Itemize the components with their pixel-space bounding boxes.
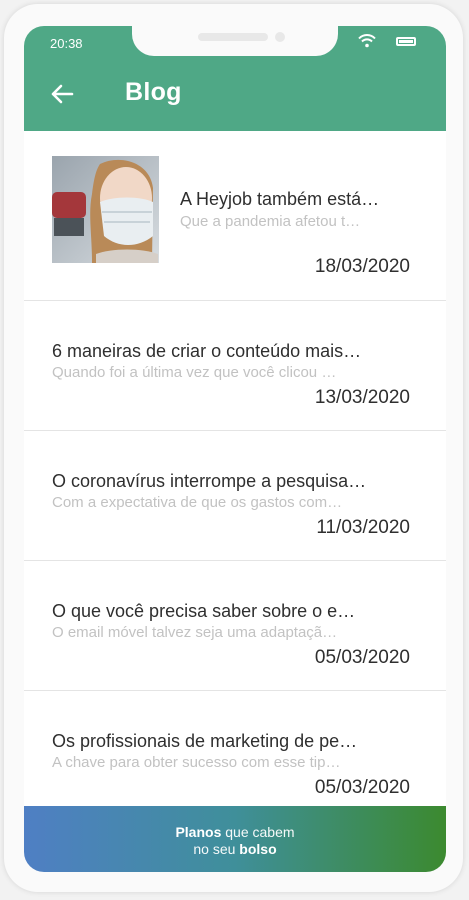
banner-bold-word: Planos: [175, 824, 222, 840]
banner-line-1: Planos que cabem: [24, 824, 446, 840]
wifi-icon: [358, 34, 376, 48]
post-title: O coronavírus interrompe a pesquisa…: [52, 471, 367, 491]
app-bar: Blog: [24, 56, 446, 131]
phone-notch: [132, 26, 338, 56]
banner-line-2: no seu bolso: [24, 841, 446, 857]
blog-post-item[interactable]: 6 maneiras de criar o conteúdo mais… Qua…: [24, 301, 446, 431]
status-time: 20:38: [50, 36, 83, 51]
phone-frame: 20:38 Blog A Heyjob também está… Que a p…: [4, 4, 463, 892]
blog-post-item[interactable]: O coronavírus interrompe a pesquisa… Com…: [24, 431, 446, 561]
banner-text: no seu: [193, 841, 236, 857]
post-title: 6 maneiras de criar o conteúdo mais…: [52, 341, 362, 361]
post-date: 05/03/2020: [314, 777, 410, 798]
blog-post-item[interactable]: O que você precisa saber sobre o e… O em…: [24, 561, 446, 691]
page-title: Blog: [125, 78, 182, 106]
post-excerpt: A chave para obter sucesso com esse tip…: [52, 754, 341, 771]
banner-text: que cabem: [225, 824, 295, 840]
post-title: A Heyjob também está…: [180, 189, 380, 209]
camera-dot: [275, 32, 285, 42]
post-date: 11/03/2020: [316, 517, 410, 538]
post-excerpt: Que a pandemia afetou t…: [180, 213, 361, 230]
banner-bold-word: bolso: [239, 841, 277, 857]
back-button[interactable]: [44, 76, 80, 112]
blog-post-item[interactable]: A Heyjob também está… Que a pandemia afe…: [24, 131, 446, 301]
speaker-grille: [198, 33, 268, 41]
post-date: 18/03/2020: [314, 256, 410, 277]
post-excerpt: Com a expectativa de que os gastos com…: [52, 494, 343, 511]
arrow-left-icon: [51, 84, 74, 104]
blog-post-item[interactable]: Os profissionais de marketing de pe… A c…: [24, 691, 446, 821]
post-title: Os profissionais de marketing de pe…: [52, 731, 358, 751]
post-title: O que você precisa saber sobre o e…: [52, 601, 356, 621]
post-excerpt: O email móvel talvez seja uma adaptaçã…: [52, 624, 338, 641]
plans-banner[interactable]: Planos que cabem no seu bolso: [24, 806, 446, 872]
blog-post-list: A Heyjob também está… Que a pandemia afe…: [24, 131, 446, 821]
post-date: 05/03/2020: [314, 647, 410, 668]
battery-icon: [396, 37, 416, 46]
post-date: 13/03/2020: [314, 387, 410, 408]
post-thumbnail: [52, 156, 159, 263]
status-bar: 20:38: [24, 26, 446, 56]
post-excerpt: Quando foi a última vez que você clicou …: [52, 364, 337, 381]
screen: 20:38 Blog A Heyjob também está… Que a p…: [24, 26, 446, 872]
